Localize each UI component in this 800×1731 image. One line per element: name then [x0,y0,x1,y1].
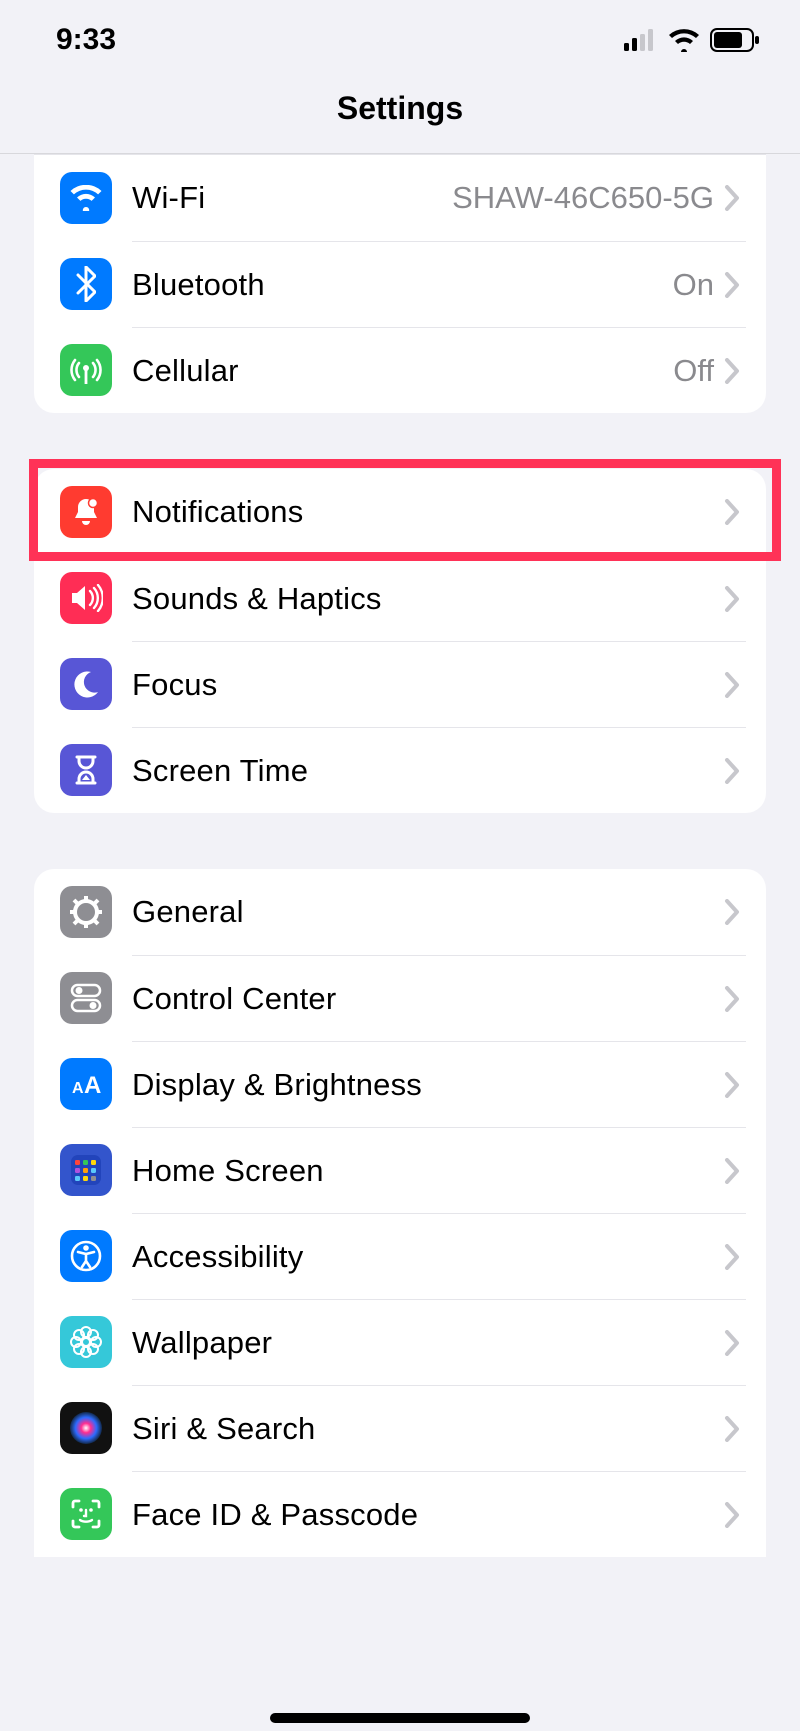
row-accessibility[interactable]: Accessibility [34,1213,766,1299]
chevron-right-icon [724,1330,740,1356]
cellular-signal-icon [624,29,658,51]
settings-group-general: General Control Center A A [34,869,766,1557]
row-value: On [673,267,714,303]
grid-icon [60,1144,112,1196]
row-label: Bluetooth [132,267,673,303]
row-label: Wi-Fi [132,180,452,216]
row-label: Home Screen [132,1153,724,1189]
row-home-screen[interactable]: Home Screen [34,1127,766,1213]
body-icon [60,1230,112,1282]
row-focus[interactable]: Focus [34,641,766,727]
row-control-center[interactable]: Control Center [34,955,766,1041]
textsize-icon: A A [60,1058,112,1110]
wifi-status-icon [668,28,700,52]
row-value: SHAW-46C650-5G [452,180,714,216]
settings-group-connectivity: Wi-Fi SHAW-46C650-5G Bluetooth On [34,154,766,413]
flower-icon [60,1316,112,1368]
row-label: Cellular [132,353,673,389]
page-title: Settings [0,72,800,154]
chevron-right-icon [724,899,740,925]
battery-icon [710,28,760,52]
gear-icon [60,886,112,938]
row-label: Notifications [132,494,724,530]
row-label: Control Center [132,981,724,1017]
row-label: Screen Time [132,753,724,789]
chevron-right-icon [724,1244,740,1270]
row-label: Accessibility [132,1239,724,1275]
row-sounds-haptics[interactable]: Sounds & Haptics [34,555,766,641]
chevron-right-icon [724,1072,740,1098]
status-time: 9:33 [56,23,116,57]
row-cellular[interactable]: Cellular Off [34,327,766,413]
row-label: Face ID & Passcode [132,1497,724,1533]
row-label: Focus [132,667,724,703]
row-wifi[interactable]: Wi-Fi SHAW-46C650-5G [34,155,766,241]
row-bluetooth[interactable]: Bluetooth On [34,241,766,327]
chevron-right-icon [724,1416,740,1442]
siri-icon [60,1402,112,1454]
row-label: General [132,894,724,930]
status-bar: 9:33 [0,0,800,72]
row-label: Sounds & Haptics [132,581,724,617]
chevron-right-icon [724,185,740,211]
home-indicator[interactable] [270,1713,530,1723]
row-general[interactable]: General [34,869,766,955]
chevron-right-icon [724,1502,740,1528]
row-label: Wallpaper [132,1325,724,1361]
bell-icon [60,486,112,538]
moon-icon [60,658,112,710]
chevron-right-icon [724,358,740,384]
row-notifications[interactable]: Notifications [34,469,766,555]
toggles-icon [60,972,112,1024]
row-label: Display & Brightness [132,1067,724,1103]
row-faceid-passcode[interactable]: Face ID & Passcode [34,1471,766,1557]
chevron-right-icon [724,272,740,298]
row-value: Off [673,353,714,389]
row-label: Siri & Search [132,1411,724,1447]
chevron-right-icon [724,672,740,698]
row-siri-search[interactable]: Siri & Search [34,1385,766,1471]
row-screen-time[interactable]: Screen Time [34,727,766,813]
cellular-icon [60,344,112,396]
wifi-icon [60,172,112,224]
bluetooth-icon [60,258,112,310]
status-icons [624,28,760,52]
settings-group-notifications: Notifications Sounds & Haptics Fo [34,469,766,813]
speaker-icon [60,572,112,624]
chevron-right-icon [724,758,740,784]
chevron-right-icon [724,1158,740,1184]
chevron-right-icon [724,499,740,525]
row-wallpaper[interactable]: Wallpaper [34,1299,766,1385]
faceid-icon [60,1488,112,1540]
row-display-brightness[interactable]: A A Display & Brightness [34,1041,766,1127]
chevron-right-icon [724,986,740,1012]
svg-text:A: A [84,1072,101,1097]
svg-text:A: A [72,1080,84,1097]
chevron-right-icon [724,586,740,612]
hourglass-icon [60,744,112,796]
